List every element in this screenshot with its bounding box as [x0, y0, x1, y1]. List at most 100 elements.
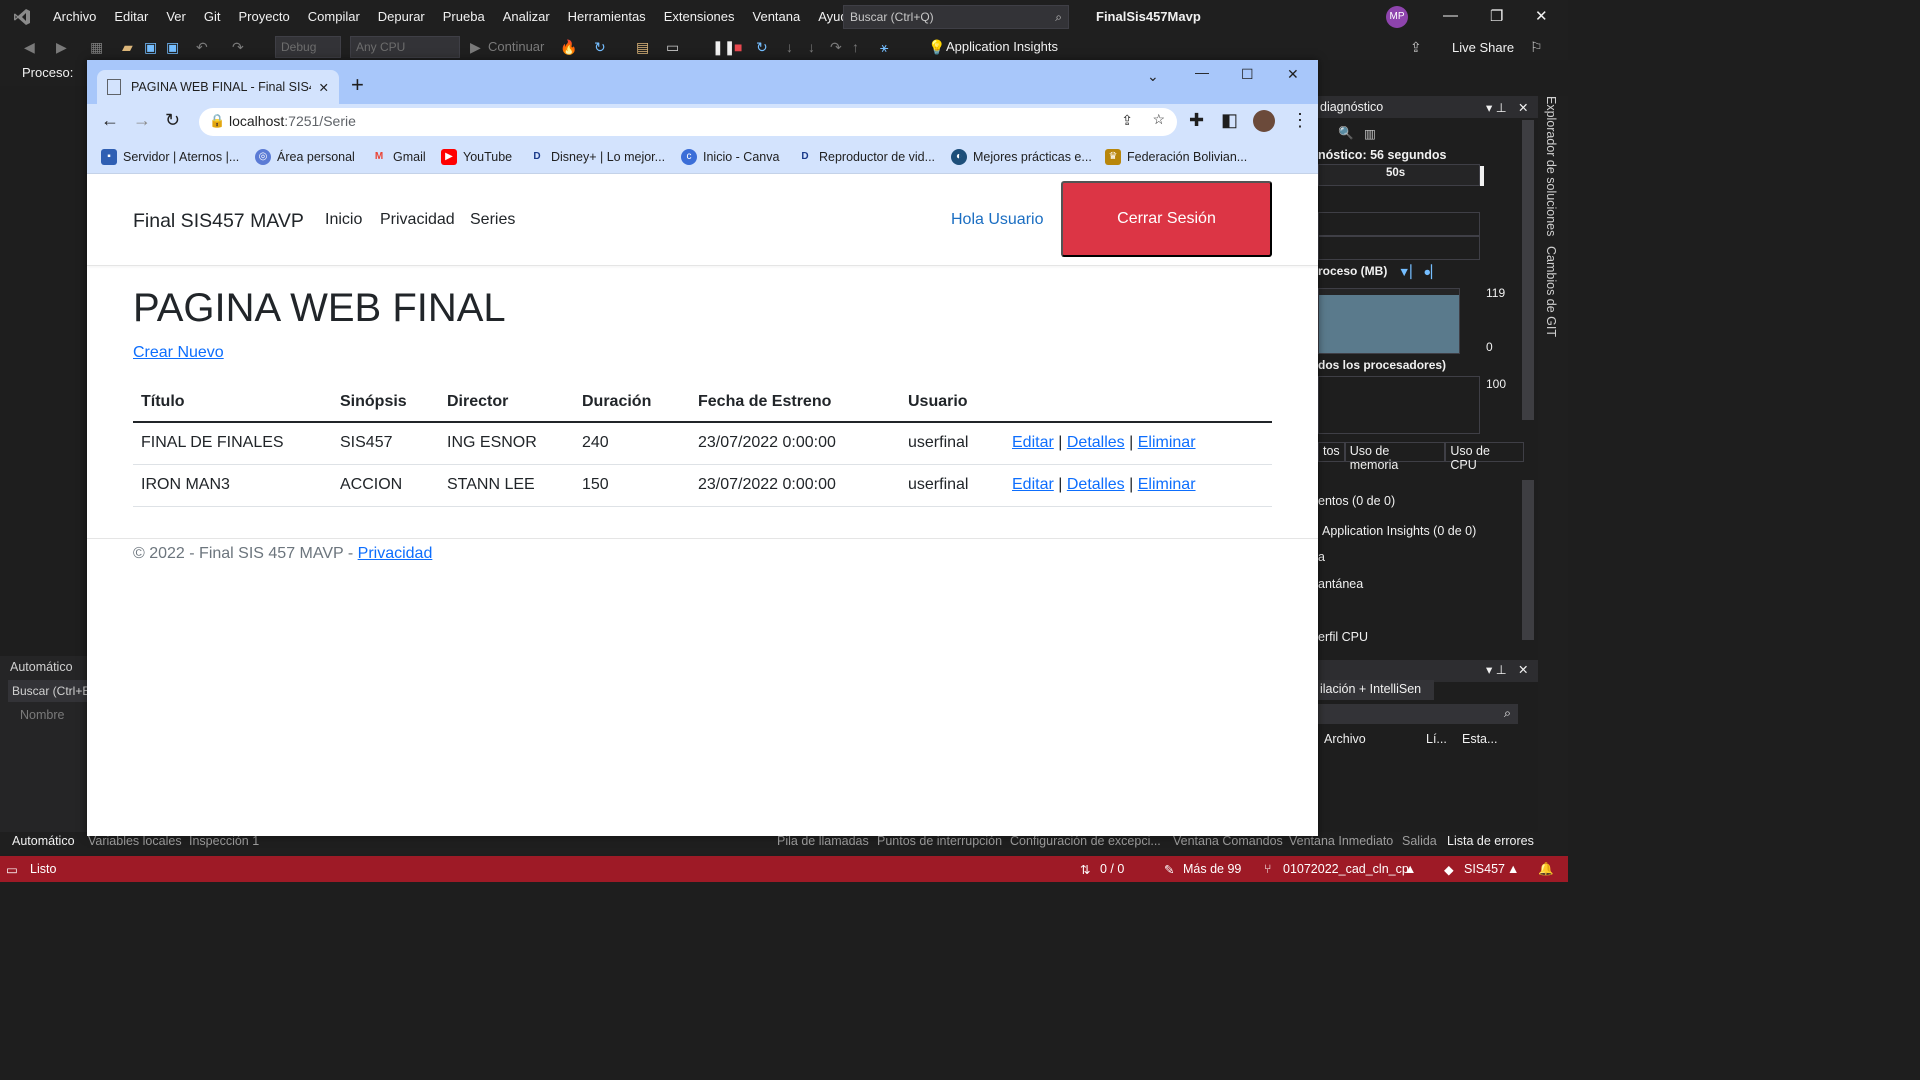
nav-privacidad[interactable]: Privacidad — [380, 211, 455, 229]
bookmark-canva[interactable]: c Inicio - Canva — [681, 149, 779, 165]
tab-close-icon[interactable]: ✕ — [319, 80, 329, 95]
step-over-icon[interactable]: ↓ — [808, 39, 815, 55]
nav-inicio[interactable]: Inicio — [325, 211, 362, 229]
visual-studio-logo-icon[interactable] — [0, 0, 44, 34]
vs-search-box[interactable]: Buscar (Ctrl+Q) ⌕ — [843, 5, 1069, 29]
create-new-link[interactable]: Crear Nuevo — [133, 344, 224, 362]
details-link[interactable]: Detalles — [1067, 476, 1125, 493]
step-out-icon[interactable]: ↑ — [852, 39, 859, 55]
col-linea[interactable]: Lí... — [1426, 732, 1447, 746]
browser-close-icon[interactable]: ✕ — [1287, 66, 1299, 83]
tab-locals[interactable]: Variables locales — [88, 834, 182, 848]
diagnostics-icon[interactable]: ⚹ — [880, 39, 888, 56]
edit-link[interactable]: Editar — [1012, 476, 1054, 493]
status-edits[interactable]: Más de 99 — [1183, 862, 1241, 876]
sidepanel-icon[interactable]: ◧ — [1221, 110, 1238, 131]
forward-nav-icon[interactable]: ▶ — [56, 39, 67, 56]
tab-error-list[interactable]: Lista de errores — [1447, 834, 1534, 848]
layout-icon[interactable]: ▭ — [666, 39, 679, 56]
menu-depurar[interactable]: Depurar — [369, 0, 434, 34]
minimize-icon[interactable]: — — [1443, 7, 1458, 24]
delete-link[interactable]: Eliminar — [1138, 434, 1196, 451]
events-count[interactable]: entos (0 de 0) — [1318, 494, 1395, 508]
bookmark-reproductor[interactable]: D Reproductor de vid... — [797, 149, 935, 165]
tab-call-stack[interactable]: Pila de llamadas — [777, 834, 869, 848]
menu-herramientas[interactable]: Herramientas — [559, 0, 655, 34]
close-panel-icon[interactable]: ✕ — [1518, 100, 1528, 115]
repo-menu-icon[interactable]: ▲ — [1507, 862, 1519, 876]
back-nav-icon[interactable]: ◀ — [24, 39, 35, 56]
tab-memory[interactable]: Uso de memoria — [1344, 442, 1446, 472]
status-repo[interactable]: SIS457 — [1464, 862, 1505, 876]
avatar[interactable]: MP — [1386, 6, 1408, 28]
errorlist-search[interactable] — [1318, 704, 1518, 724]
col-archivo[interactable]: Archivo — [1324, 732, 1366, 746]
tab-events[interactable]: tos — [1318, 442, 1345, 462]
pin-icon[interactable]: ▾ ⊥ — [1486, 100, 1507, 115]
hot-reload-icon[interactable]: 🔥 — [560, 39, 577, 56]
diag-scrollbar-2[interactable] — [1522, 480, 1534, 640]
status-updown[interactable]: 0 / 0 — [1100, 862, 1124, 876]
save-all-icon[interactable]: ▣ — [166, 39, 179, 56]
new-project-icon[interactable]: ▦ — [90, 39, 103, 56]
browser-minimize-icon[interactable]: — — [1195, 64, 1209, 80]
browser-maximize-icon[interactable]: ☐ — [1241, 66, 1254, 83]
chart-icon[interactable]: ▥ — [1364, 126, 1376, 141]
errorlist-search-icon[interactable]: ⌕ — [1504, 706, 1511, 721]
forward-icon[interactable]: → — [133, 110, 151, 131]
share-page-icon[interactable]: ⇪ — [1121, 112, 1133, 129]
bookmark-star-icon[interactable]: ☆ — [1152, 111, 1165, 128]
delete-link[interactable]: Eliminar — [1138, 476, 1196, 493]
application-insights-button[interactable]: Application Insights — [946, 39, 1058, 54]
timeline-cursor[interactable] — [1480, 166, 1484, 186]
new-tab-icon[interactable]: + — [351, 72, 364, 98]
undo-icon[interactable]: ↶ — [196, 39, 208, 56]
continue-label[interactable]: Continuar — [488, 39, 544, 54]
restore-icon[interactable]: ❐ — [1490, 7, 1503, 25]
diag-item-a[interactable]: a — [1318, 550, 1325, 564]
bookmark-aternos[interactable]: ▪ Servidor | Aternos |... — [101, 149, 239, 165]
browser-link-icon[interactable]: ▤ — [636, 39, 649, 56]
restart-icon[interactable]: ↻ — [594, 39, 606, 56]
pause-icon[interactable]: ❚❚ — [712, 39, 735, 56]
bookmark-federacion[interactable]: ♛ Federación Bolivian... — [1105, 149, 1247, 165]
tab-cpu[interactable]: Uso de CPU — [1445, 442, 1524, 472]
errorlist-close-icon[interactable]: ✕ — [1518, 662, 1528, 677]
bookmark-disney[interactable]: D Disney+ | Lo mejor... — [529, 149, 665, 165]
snapshot-item[interactable]: antánea — [1318, 577, 1363, 591]
footer-privacy-link[interactable]: Privacidad — [358, 545, 433, 562]
ai-events[interactable]: Application Insights (0 de 0) — [1322, 524, 1476, 538]
continue-icon[interactable]: ▶ — [470, 39, 481, 56]
edit-link[interactable]: Editar — [1012, 434, 1054, 451]
notifications-icon[interactable]: 🔔 — [1538, 862, 1554, 877]
open-folder-icon[interactable]: ▰ — [122, 39, 133, 56]
bookmark-youtube[interactable]: ▶ YouTube — [441, 149, 512, 165]
tab-search-icon[interactable]: ⌄ — [1147, 68, 1159, 85]
logout-button[interactable]: Cerrar Sesión — [1061, 181, 1272, 257]
menu-compilar[interactable]: Compilar — [299, 0, 369, 34]
menu-archivo[interactable]: Archivo — [44, 0, 105, 34]
bookmark-mejores-practicas[interactable]: ◐ Mejores prácticas e... — [951, 149, 1092, 165]
redo-icon[interactable]: ↷ — [232, 39, 244, 56]
branch-menu-icon[interactable]: ▲ — [1404, 862, 1416, 876]
address-bar[interactable]: 🔒 localhost:7251/Serie ⇪ ☆ — [199, 108, 1177, 136]
menu-prueba[interactable]: Prueba — [434, 0, 494, 34]
chrome-menu-icon[interactable]: ⋮ — [1291, 110, 1309, 131]
menu-ver[interactable]: Ver — [157, 0, 195, 34]
close-icon[interactable]: ✕ — [1535, 7, 1548, 25]
tab-output[interactable]: Salida — [1402, 834, 1437, 848]
reload-icon[interactable]: ↻ — [165, 110, 180, 131]
bookmark-gmail[interactable]: M Gmail — [371, 149, 426, 165]
feedback-icon[interactable]: ⚐ — [1530, 39, 1543, 56]
browser-tab[interactable]: PAGINA WEB FINAL - Final SIS45 ✕ — [97, 70, 339, 104]
step-into-icon[interactable]: ↓ — [786, 39, 793, 55]
tab-watch1[interactable]: Inspección 1 — [189, 834, 259, 848]
platform-dropdown[interactable]: Any CPU — [350, 36, 460, 58]
restart-debug-icon[interactable]: ↻ — [756, 39, 768, 56]
back-icon[interactable]: ← — [101, 110, 119, 131]
build-filter-dropdown[interactable]: ilación + IntelliSen — [1318, 680, 1434, 700]
lock-icon[interactable]: 🔒 — [209, 113, 225, 129]
step-over-arc-icon[interactable]: ↷ — [830, 39, 842, 56]
save-icon[interactable]: ▣ — [144, 39, 157, 56]
tab-command-window[interactable]: Ventana Comandos — [1173, 834, 1283, 848]
